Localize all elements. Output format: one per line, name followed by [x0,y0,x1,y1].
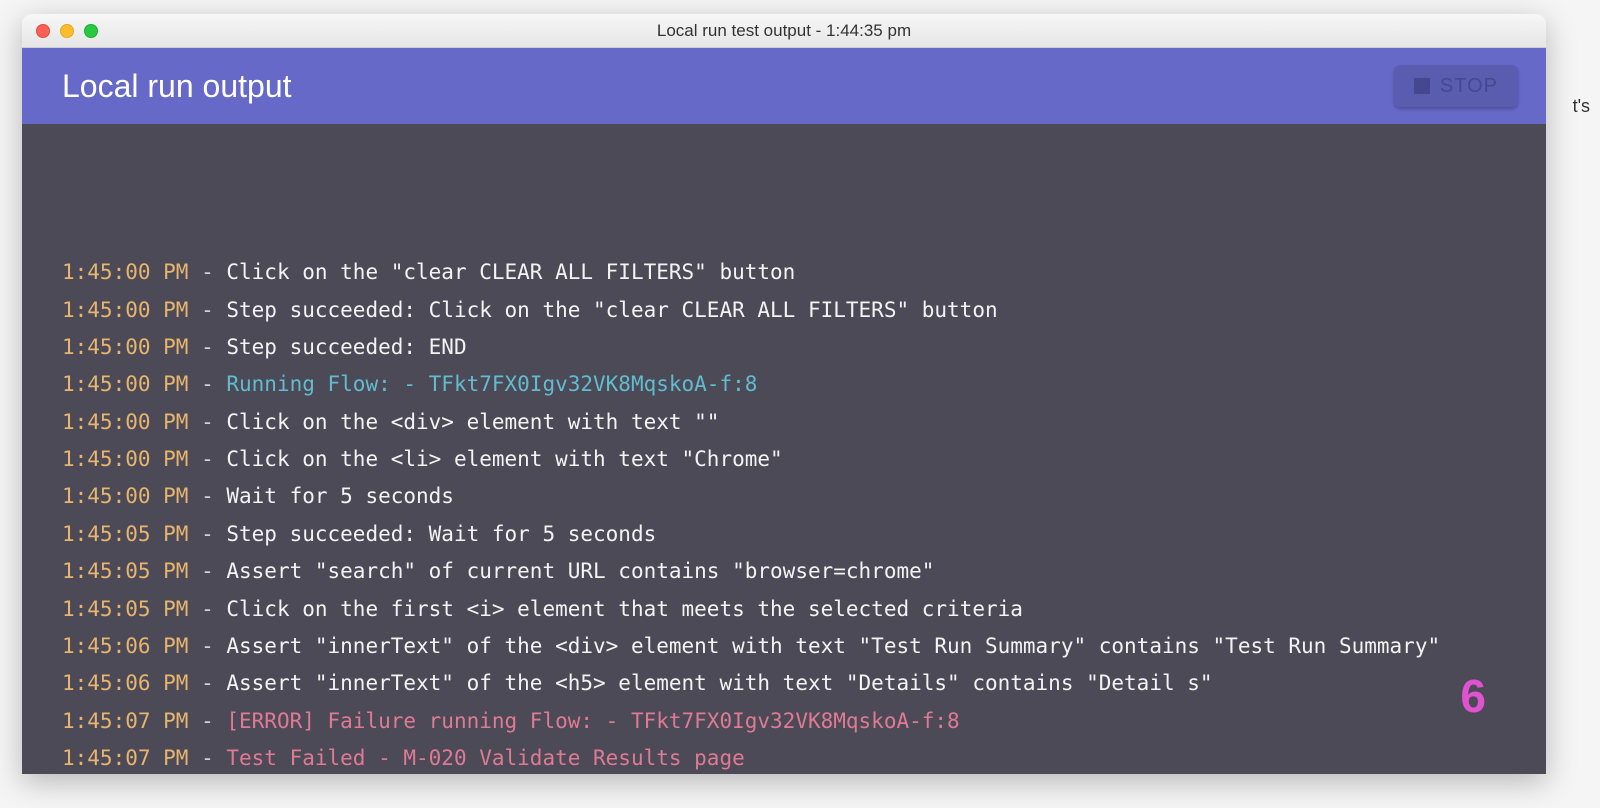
log-message: Wait for 5 seconds [226,484,454,508]
log-timestamp: 1:45:05 PM [62,522,188,546]
window-controls [22,24,98,38]
log-sep: - [188,709,226,733]
log-timestamp: 1:45:05 PM [62,597,188,621]
log-sep: - [188,559,226,583]
log-line: 1:45:06 PM - Assert "innerText" of the <… [62,665,1510,702]
background-text: t's [1573,96,1590,117]
log-timestamp: 1:45:00 PM [62,484,188,508]
log-sep: - [188,634,226,658]
log-timestamp: 1:45:00 PM [62,298,188,322]
log-timestamp: 1:45:06 PM [62,671,188,695]
titlebar[interactable]: Local run test output - 1:44:35 pm [22,14,1546,48]
log-message: Assert "search" of current URL contains … [226,559,934,583]
log-sep: - [188,671,226,695]
log-sep: - [188,260,226,284]
log-message: Click on the <div> element with text "" [226,410,719,434]
maximize-icon[interactable] [84,24,98,38]
log-line: 1:45:00 PM - Click on the "clear CLEAR A… [62,254,1510,291]
log-timestamp: 1:45:07 PM [62,746,188,770]
log-message: Click on the "clear CLEAR ALL FILTERS" b… [226,260,795,284]
stop-button-label: STOP [1440,75,1498,98]
window-title: Local run test output - 1:44:35 pm [22,21,1546,41]
minimize-icon[interactable] [60,24,74,38]
log-line: 1:45:05 PM - Step succeeded: Wait for 5 … [62,516,1510,553]
log-timestamp: 1:45:00 PM [62,410,188,434]
log-message: Step succeeded: Click on the "clear CLEA… [226,298,997,322]
log-sep: - [188,484,226,508]
log-line: 1:45:00 PM - Running Flow: - TFkt7FX0Igv… [62,366,1510,403]
log-message: [ERROR] Failure running Flow: - TFkt7FX0… [226,709,959,733]
log-sep: - [188,522,226,546]
log-timestamp: 1:45:07 PM [62,709,188,733]
stop-button[interactable]: STOP [1394,65,1518,107]
log-message: Click on the first <i> element that meet… [226,597,1023,621]
stop-icon [1414,78,1430,94]
log-message: Step succeeded: Wait for 5 seconds [226,522,656,546]
log-sep: - [188,372,226,396]
log-message: Running Flow: - TFkt7FX0Igv32VK8MqskoA-f… [226,372,757,396]
log-line: 1:45:00 PM - Step succeeded: Click on th… [62,292,1510,329]
log-line: 1:45:00 PM - Step succeeded: END [62,329,1510,366]
log-message: Click on the <li> element with text "Chr… [226,447,782,471]
log-message: Step succeeded: END [226,335,466,359]
log-line: 1:45:00 PM - Wait for 5 seconds [62,478,1510,515]
log-sep: - [188,447,226,471]
panel-title: Local run output [62,68,292,105]
log-sep: - [188,410,226,434]
log-sep: - [188,335,226,359]
log-line: 1:45:07 PM - Test Failed - M-020 Validat… [62,740,1510,774]
panel-header: Local run output STOP [22,48,1546,124]
output-window: Local run test output - 1:44:35 pm Local… [22,14,1546,774]
log-timestamp: 1:45:00 PM [62,372,188,396]
log-timestamp: 1:45:06 PM [62,634,188,658]
log-sep: - [188,298,226,322]
log-message: Assert "innerText" of the <div> element … [226,634,1440,658]
log-timestamp: 1:45:00 PM [62,335,188,359]
log-timestamp: 1:45:05 PM [62,559,188,583]
annotation-marker: 6 [1460,656,1486,738]
log-message: Test Failed - M-020 Validate Results pag… [226,746,744,770]
log-line: 1:45:06 PM - Assert "innerText" of the <… [62,628,1510,665]
log-line: 1:45:07 PM - [ERROR] Failure running Flo… [62,703,1510,740]
log-line: 1:45:05 PM - Click on the first <i> elem… [62,591,1510,628]
log-console[interactable]: 1:45:00 PM - Click on the "clear CLEAR A… [22,124,1546,774]
log-message: Assert "innerText" of the <h5> element w… [226,671,1212,695]
log-sep: - [188,746,226,770]
log-sep: - [188,597,226,621]
log-line: 1:45:00 PM - Click on the <div> element … [62,404,1510,441]
log-line: 1:45:05 PM - Assert "search" of current … [62,553,1510,590]
close-icon[interactable] [36,24,50,38]
log-line: 1:45:00 PM - Click on the <li> element w… [62,441,1510,478]
log-timestamp: 1:45:00 PM [62,447,188,471]
log-timestamp: 1:45:00 PM [62,260,188,284]
